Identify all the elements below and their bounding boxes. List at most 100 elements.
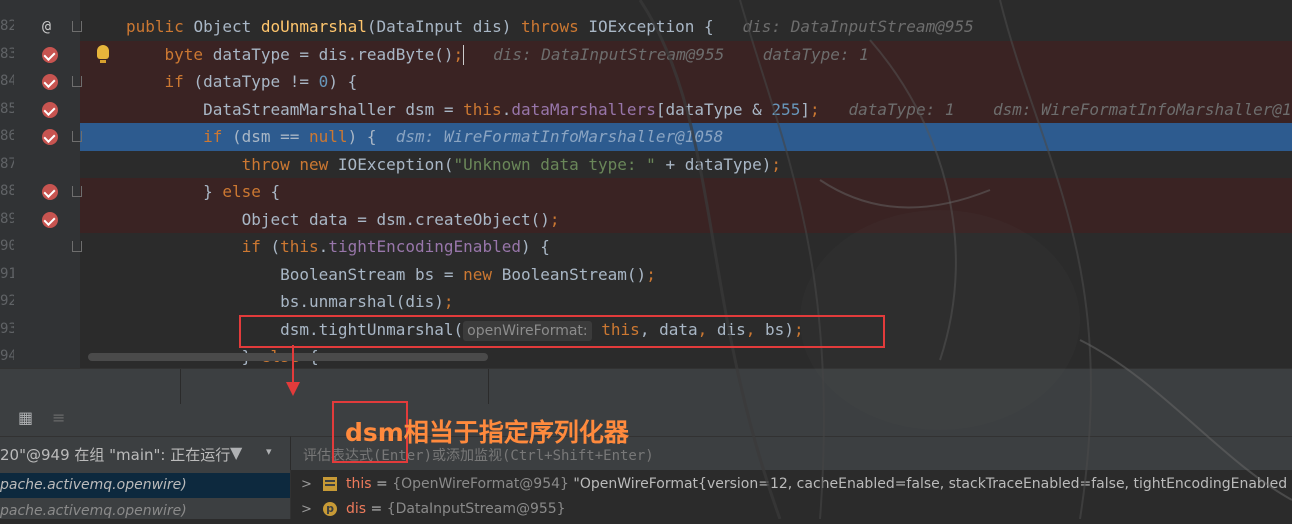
debug-inline-value: dis: DataInputStream@955	[713, 17, 974, 36]
code-token: new	[463, 264, 502, 284]
code-token: ;	[771, 154, 782, 174]
breakpoint-icon[interactable]	[42, 211, 58, 228]
table-icon[interactable]: ▦	[18, 408, 33, 427]
line-number[interactable]: 82	[0, 13, 14, 41]
variable-equals: =	[371, 476, 393, 492]
fold-icon[interactable]	[72, 21, 82, 32]
line-number[interactable]: 89	[0, 206, 14, 234]
fold-icon[interactable]	[72, 186, 82, 197]
code-token: {	[270, 182, 281, 201]
variable-name: this	[346, 476, 372, 492]
code-text: bs.unmarshal(dis);	[126, 288, 454, 316]
code-token: (DataInput dis)	[366, 17, 521, 36]
line-number[interactable]: 93	[0, 316, 14, 344]
code-token: "Unknown data type: "	[453, 154, 656, 174]
code-text: BooleanStream bs = new BooleanStream();	[126, 261, 656, 289]
line-number[interactable]: 90	[0, 233, 14, 261]
code-token: BooleanStream()	[501, 264, 647, 284]
code-token: throw new	[126, 154, 338, 174]
breakpoint-icon[interactable]	[42, 184, 58, 200]
line-number[interactable]: 86	[0, 123, 14, 151]
line-number[interactable]: 87	[0, 151, 14, 179]
code-token: ;	[453, 44, 464, 64]
code-text: byte dataType = dis.readByte(); dis: Dat…	[126, 41, 869, 69]
code-token: IOException(	[337, 154, 454, 174]
code-token: IOException {	[588, 17, 714, 36]
variable-row[interactable]: > this = {OpenWireFormat@954} "OpenWireF…	[291, 472, 1292, 497]
filter-icon[interactable]: ▼	[230, 443, 242, 462]
expand-arrow-icon[interactable]: >	[301, 472, 312, 497]
list-icon[interactable]: ≡	[52, 408, 65, 427]
code-token: ]	[800, 99, 810, 119]
line-number[interactable]: 85	[0, 96, 14, 124]
divider	[180, 369, 181, 405]
expand-arrow-icon[interactable]: >	[301, 497, 312, 522]
fold-icon[interactable]	[72, 241, 82, 252]
thread-label: 20"@949 在组 "main": 正在运行	[0, 446, 231, 464]
fold-icon[interactable]	[72, 76, 82, 87]
frame-item[interactable]: pache.activemq.openwire)	[0, 473, 290, 498]
breakpoint-icon[interactable]	[42, 74, 58, 90]
thread-selector[interactable]: 20"@949 在组 "main": 正在运行 ▼ ▾	[0, 436, 290, 471]
code-token: ;	[443, 292, 454, 311]
fold-icon[interactable]	[72, 131, 82, 142]
frames-list[interactable]: pache.activemq.openwire) pache.activemq.…	[0, 470, 290, 519]
code-text: Object data = dsm.createObject();	[126, 206, 560, 234]
line-number[interactable]: 83	[0, 41, 14, 69]
line-number[interactable]: 84	[0, 68, 14, 96]
code-token: }	[126, 182, 223, 201]
code-line[interactable]: 83 byte dataType = dis.readByte(); dis: …	[0, 40, 1292, 69]
code-token: ) {	[328, 72, 358, 91]
annotation-arrow	[292, 345, 294, 385]
code-token: if	[126, 127, 232, 146]
code-token: ) {	[520, 237, 550, 256]
line-number[interactable]: 88	[0, 178, 14, 206]
code-token: (dsm ==	[231, 127, 310, 146]
horizontal-scrollbar[interactable]	[88, 353, 488, 361]
lightbulb-icon[interactable]	[97, 44, 109, 63]
code-text: if (this.tightEncodingEnabled) {	[126, 233, 550, 261]
code-token: BooleanStream bs =	[126, 264, 464, 284]
code-text: } else {	[126, 178, 280, 206]
code-token: bs.unmarshal(dis)	[126, 292, 444, 311]
breakpoint-icon[interactable]	[42, 46, 58, 63]
breakpoint-icon[interactable]	[42, 129, 58, 145]
code-line[interactable]: 84 if (dataType != 0) {	[0, 68, 1292, 96]
variable-type: {OpenWireFormat@954}	[392, 476, 569, 492]
debug-toolbar: ▦ ≡	[0, 404, 1292, 436]
field-icon	[323, 477, 337, 491]
frame-item[interactable]: pache.activemq.openwire)	[0, 499, 290, 524]
chevron-down-icon[interactable]: ▾	[266, 445, 272, 458]
variables-panel[interactable]: > this = {OpenWireFormat@954} "OpenWireF…	[290, 470, 1292, 519]
code-line[interactable]: 82 @ public Object doUnmarshal(DataInput d…	[0, 13, 1292, 41]
code-line[interactable]: 92 bs.unmarshal(dis);	[0, 288, 1292, 316]
code-line[interactable]: 89 Object data = dsm.createObject();	[0, 205, 1292, 234]
breakpoint-icon[interactable]	[42, 101, 58, 118]
annotation-arrow-head	[286, 382, 300, 396]
code-text: DataStreamMarshaller dsm = this.dataMars…	[126, 96, 1292, 124]
code-line[interactable]: 91 BooleanStream bs = new BooleanStream(…	[0, 261, 1292, 289]
code-editor[interactable]: 82 @ public Object doUnmarshal(DataInput d…	[0, 0, 1292, 368]
code-line[interactable]: 90 if (this.tightEncodingEnabled) {	[0, 233, 1292, 261]
code-text: public Object doUnmarshal(DataInput dis)…	[126, 13, 974, 41]
code-line[interactable]: 85 DataStreamMarshaller dsm = this.dataM…	[0, 95, 1292, 124]
debug-inline-value: dis: DataInputStream@955 dataType: 1	[464, 44, 869, 64]
code-token: ;	[646, 264, 656, 284]
divider	[488, 369, 489, 405]
editor-breadcrumb-strip	[0, 368, 1292, 405]
code-token: else	[222, 182, 271, 201]
code-token: DataStreamMarshaller dsm =	[126, 99, 464, 119]
code-token: null	[309, 127, 348, 146]
code-token: (	[270, 237, 281, 256]
code-line[interactable]: 88 } else {	[0, 178, 1292, 206]
line-number[interactable]: 92	[0, 288, 14, 316]
line-number[interactable]: 91	[0, 261, 14, 289]
debug-inline-value: dsm: WireFormatInfoMarshaller@1058	[376, 127, 724, 146]
parameter-icon: p	[323, 502, 337, 516]
at-icon[interactable]: @	[42, 13, 51, 41]
variable-row[interactable]: > p dis = {DataInputStream@955}	[291, 497, 1292, 522]
code-line[interactable]: 86 if (dsm == null) { dsm: WireFormatInf…	[0, 123, 1292, 151]
code-line[interactable]: 87 throw new IOException("Unknown data t…	[0, 151, 1292, 179]
line-number[interactable]: 94	[0, 343, 14, 368]
variable-type: {DataInputStream@955}	[386, 501, 566, 517]
